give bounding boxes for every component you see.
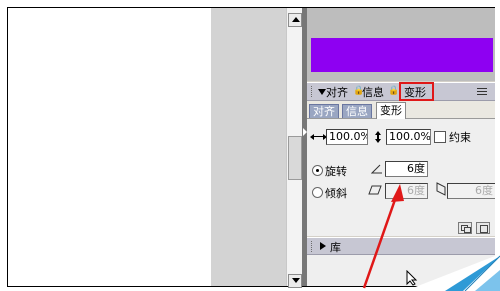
scale-height-input[interactable]: 100.0% (386, 129, 431, 145)
pasteboard-area (211, 8, 286, 286)
library-label: 库 (330, 241, 341, 254)
constrain-checkbox[interactable] (434, 131, 446, 143)
scrollbar-thumb[interactable] (288, 136, 302, 180)
stage-canvas[interactable] (8, 8, 211, 286)
arrow-up-icon (292, 17, 300, 22)
fill-color-swatch[interactable] (311, 38, 493, 72)
constrain-label: 约束 (449, 131, 471, 144)
rotate-label: 旋转 (325, 165, 347, 178)
scroll-up-button[interactable] (288, 13, 302, 27)
rotate-input[interactable]: 6度 (385, 161, 428, 177)
lock-icon: 🔒 (388, 86, 400, 96)
arrow-down-icon (292, 278, 300, 283)
tab-align[interactable]: 对齐 (309, 104, 339, 118)
copy-and-transform-button[interactable] (458, 222, 472, 234)
rotate-angle-icon (371, 164, 382, 174)
header-tab-align[interactable]: 对齐 (326, 84, 348, 100)
grip-icon[interactable] (311, 86, 313, 97)
page-curl-decoration (405, 254, 500, 291)
skew-label: 倾斜 (325, 187, 347, 200)
scale-width-input[interactable]: 100.0% (326, 129, 368, 145)
skew-radio[interactable] (312, 187, 323, 198)
rotate-radio[interactable] (312, 165, 323, 176)
scale-height-icon (375, 131, 381, 143)
tab-info[interactable]: 信息 (342, 104, 372, 118)
vertical-scrollbar[interactable] (286, 8, 302, 288)
tab-transform[interactable]: 变形 (376, 102, 406, 119)
annotation-highlight-box (399, 82, 434, 101)
reset-transform-button[interactable] (476, 222, 490, 234)
panel-menu-icon[interactable] (477, 88, 487, 96)
scroll-down-button[interactable] (288, 274, 302, 288)
expand-triangle-icon[interactable] (318, 89, 326, 95)
expand-triangle-icon[interactable] (320, 242, 326, 250)
header-tab-info[interactable]: 信息 (362, 84, 384, 100)
grip-icon[interactable] (311, 241, 313, 252)
